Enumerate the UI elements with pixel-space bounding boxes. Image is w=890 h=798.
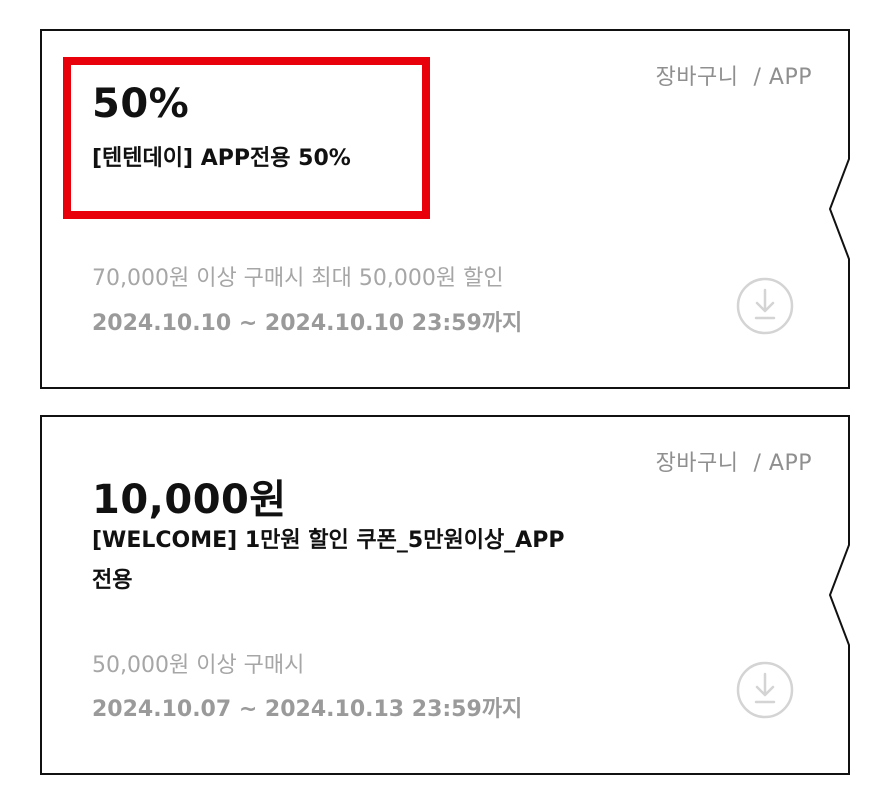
- download-button[interactable]: [735, 660, 795, 720]
- coupon-scope: 장바구니 / APP: [655, 451, 812, 476]
- coupon-period: 2024.10.10 ~ 2024.10.10 23:59까지: [92, 311, 523, 336]
- coupon-amount: 50%: [92, 81, 190, 127]
- coupon-name-line: 전용: [92, 568, 133, 593]
- coupon-period: 2024.10.07 ~ 2024.10.13 23:59까지: [92, 697, 523, 722]
- coupon-amount: 10,000원: [92, 477, 287, 523]
- coupon-name: [텐텐데이] APP전용 50%: [92, 146, 351, 171]
- download-circle-icon: [736, 277, 794, 335]
- download-circle-icon: [736, 661, 794, 719]
- coupon-condition: 50,000원 이상 구매시: [92, 653, 305, 678]
- coupon-card[interactable]: 장바구니 / APP 10,000원 [WELCOME] 1만원 할인 쿠폰_5…: [40, 415, 850, 775]
- coupon-scope: 장바구니 / APP: [655, 65, 812, 90]
- download-button[interactable]: [735, 276, 795, 336]
- coupon-name: [WELCOME] 1만원 할인 쿠폰_5만원이상_APP 전용: [92, 521, 632, 601]
- coupon-condition: 70,000원 이상 구매시 최대 50,000원 할인: [92, 266, 504, 291]
- coupon-name-line: [WELCOME] 1만원 할인 쿠폰_5만원이상_APP: [92, 528, 565, 553]
- coupon-card[interactable]: 장바구니 / APP 50% [텐텐데이] APP전용 50% 70,000원 …: [40, 29, 850, 389]
